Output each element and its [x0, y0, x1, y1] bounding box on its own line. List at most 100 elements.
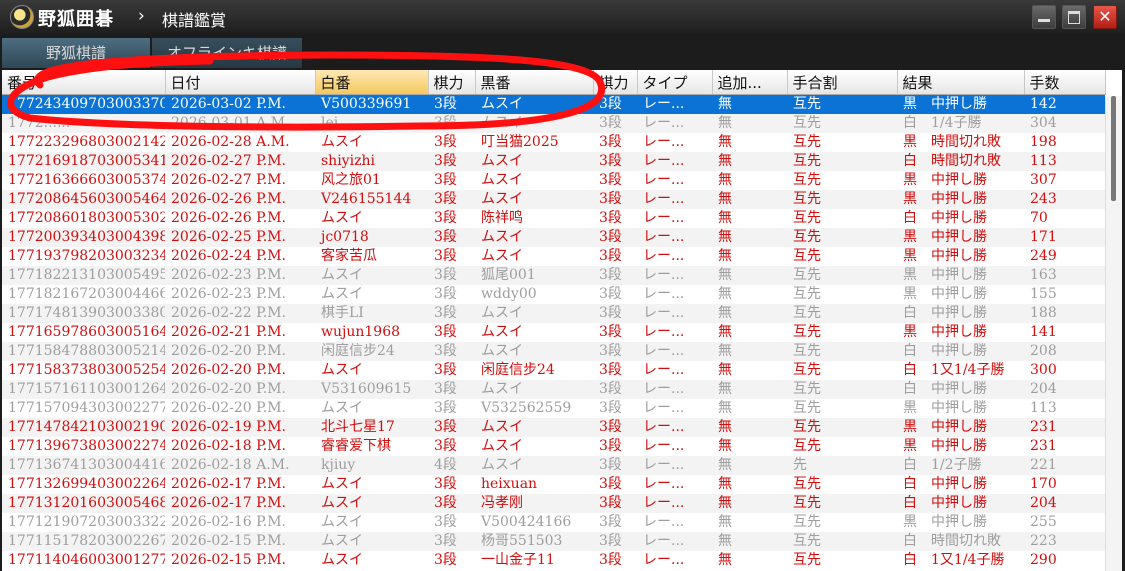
column-header-result[interactable]: 結果: [897, 70, 1025, 95]
table-row[interactable]: 1771478421030021902 2026-02-19 P.M. 北斗七星17…: [2, 418, 1105, 437]
table-row[interactable]: 1771151782030022671 2026-02-15 P.M. ムスイ 3段 杨…: [2, 532, 1105, 551]
column-header-handicap[interactable]: 手合割: [787, 70, 898, 95]
white-player-cell: kjiuy: [321, 457, 356, 473]
move-count-cell: 198: [1030, 134, 1057, 150]
result-cell: 黒 中押し勝: [903, 96, 987, 112]
table-row[interactable]: 1772...... 2026-03-01 A.M. lei 3段 ムスイ 3段 レー...…: [2, 114, 1105, 133]
column-header-moves[interactable]: 手数: [1024, 70, 1106, 95]
table-row[interactable]: 1771822131030054950 2026-02-23 P.M. ムスイ 3段 狐…: [2, 266, 1105, 285]
table-row[interactable]: 1772086456030054648 2026-02-26 P.M. V24615…: [2, 190, 1105, 209]
column-header-black-rank[interactable]: 棋力: [593, 70, 638, 95]
white-player-cell: lei: [321, 115, 339, 131]
table-row[interactable]: 1771821672030044665 2026-02-23 P.M. ムスイ 3段 w…: [2, 285, 1105, 304]
white-rank-cell: 3段: [434, 381, 457, 397]
app-title: 野狐囲碁: [38, 9, 114, 30]
white-rank-cell: 3段: [434, 115, 457, 131]
white-player-cell: 睿睿爱下棋: [321, 438, 391, 454]
minimize-button[interactable]: [1032, 5, 1056, 29]
game-type-cell: レー...: [643, 172, 685, 188]
extra-time-cell: 無: [718, 305, 732, 321]
black-rank-cell: 3段: [599, 172, 622, 188]
black-rank-cell: 3段: [599, 134, 622, 150]
game-type-cell: レー...: [643, 343, 685, 359]
date-cell: 2026-02-23 P.M.: [171, 267, 286, 283]
table-row[interactable]: 1772232968030021421 2026-02-28 A.M. ムスイ 3段 叮…: [2, 133, 1105, 152]
table-row[interactable]: 1771571611030012643 2026-02-20 P.M. V53160…: [2, 380, 1105, 399]
white-player-cell: V246155144: [321, 191, 412, 207]
extra-time-cell: 無: [718, 457, 732, 473]
black-rank-cell: 3段: [599, 533, 622, 549]
tab-yehu-kifu[interactable]: 野狐棋譜: [2, 38, 150, 68]
table-row[interactable]: 1772086018030053022 2026-02-26 P.M. ムスイ 3段 陈…: [2, 209, 1105, 228]
table-row[interactable]: 1771140460030012773 2026-02-15 P.M. ムスイ 3段 一…: [2, 551, 1105, 570]
game-id-cell: 1771396738030022748: [8, 438, 165, 454]
move-count-cell: 155: [1030, 286, 1057, 302]
table-row[interactable]: 1771937982030032343 2026-02-24 P.M. 客家苦瓜 3段…: [2, 247, 1105, 266]
table-row[interactable]: 1772163666030053743 2026-02-27 P.M. 风之旅01 3…: [2, 171, 1105, 190]
vertical-scrollbar[interactable]: [1105, 96, 1122, 571]
result-cell: 白 中押し勝: [903, 210, 987, 226]
table-row[interactable]: 1772169187030053418 2026-02-27 P.M. shiyiz…: [2, 152, 1105, 171]
column-header-date[interactable]: 日付: [165, 70, 316, 95]
game-type-cell: レー...: [643, 362, 685, 378]
move-count-cell: 249: [1030, 248, 1057, 264]
white-rank-cell: 3段: [434, 210, 457, 226]
table-row[interactable]: 1771748139030033802 2026-02-22 P.M. 棋手LI 3段…: [2, 304, 1105, 323]
result-cell: 白 1/4子勝: [903, 115, 982, 131]
white-player-cell: ムスイ: [321, 552, 363, 568]
white-rank-cell: 3段: [434, 172, 457, 188]
black-player-cell: ムスイ: [481, 457, 523, 473]
date-cell: 2026-02-15 P.M.: [171, 533, 286, 549]
result-cell: 白 時間切れ敗: [903, 533, 1001, 549]
handicap-cell: 互先: [793, 514, 821, 530]
table-row[interactable]: 1771584788030052144 2026-02-20 P.M. 闲庭信步24…: [2, 342, 1105, 361]
handicap-cell: 互先: [793, 476, 821, 492]
game-id-cell: 1771571611030012643: [8, 381, 165, 397]
table-row[interactable]: 1772003934030043981 2026-02-25 P.M. jc0718…: [2, 228, 1105, 247]
table-row-selected[interactable]: 1772434097030033706 2026-03-02 P.M. V50033…: [2, 94, 1105, 114]
white-rank-cell: 3段: [434, 343, 457, 359]
black-rank-cell: 3段: [599, 419, 622, 435]
maximize-button[interactable]: [1062, 5, 1086, 29]
extra-time-cell: 無: [718, 552, 732, 568]
scrollbar-thumb[interactable]: [1111, 96, 1116, 201]
white-rank-cell: 3段: [434, 438, 457, 454]
column-header-extra[interactable]: 追加...: [712, 70, 788, 95]
close-button[interactable]: ✕: [1093, 5, 1117, 29]
result-cell: 白 中押し勝: [903, 476, 987, 492]
black-player-cell: wddy00: [481, 286, 537, 302]
white-player-cell: ムスイ: [321, 514, 363, 530]
column-header-black[interactable]: 黒番: [475, 70, 594, 95]
handicap-cell: 先: [793, 457, 807, 473]
move-count-cell: 304: [1030, 115, 1057, 131]
date-cell: 2026-02-22 P.M.: [171, 305, 286, 321]
table-row[interactable]: 1771312016030054685 2026-02-17 P.M. ムスイ 3段 冯…: [2, 494, 1105, 513]
table-row[interactable]: 1771583738030052540 2026-02-20 P.M. ムスイ 3段 闲…: [2, 361, 1105, 380]
table-row[interactable]: 1771219072030033221 2026-02-16 P.M. ムスイ 3段 V…: [2, 513, 1105, 532]
result-cell: 白 1/2子勝: [903, 457, 982, 473]
table-row[interactable]: 1771367413030044160 2026-02-18 A.M. kjiuy 4…: [2, 456, 1105, 475]
column-header-type[interactable]: タイプ: [637, 70, 713, 95]
handicap-cell: 互先: [793, 362, 821, 378]
game-type-cell: レー...: [643, 419, 685, 435]
extra-time-cell: 無: [718, 362, 732, 378]
game-id-cell: 1772......: [8, 115, 71, 131]
column-header-white-rank[interactable]: 棋力: [428, 70, 476, 95]
column-header-id[interactable]: 番号: [2, 70, 166, 95]
move-count-cell: 300: [1030, 362, 1057, 378]
white-rank-cell: 3段: [434, 191, 457, 207]
table-row[interactable]: 1771396738030022748 2026-02-18 P.M. 睿睿爱下棋 3…: [2, 437, 1105, 456]
table-row[interactable]: 1771570943030022774 2026-02-20 P.M. ムスイ 3段 V…: [2, 399, 1105, 418]
table-row[interactable]: 1771659786030051644 2026-02-21 P.M. wujun1…: [2, 323, 1105, 342]
extra-time-cell: 無: [718, 286, 732, 302]
column-header-white[interactable]: 白番: [315, 70, 429, 95]
date-cell: 2026-02-23 P.M.: [171, 286, 286, 302]
table-row[interactable]: 1771326994030022642 2026-02-17 P.M. ムスイ 3段 h…: [2, 475, 1105, 494]
breadcrumb-page: 棋譜鑑賞: [162, 11, 227, 30]
date-cell: 2026-02-20 P.M.: [171, 362, 286, 378]
black-player-cell: ムスイ: [481, 343, 523, 359]
tab-offline-kifu[interactable]: オフラインキ棋譜: [152, 38, 302, 68]
black-rank-cell: 3段: [599, 438, 622, 454]
handicap-cell: 互先: [793, 343, 821, 359]
white-player-cell: ムスイ: [321, 400, 363, 416]
